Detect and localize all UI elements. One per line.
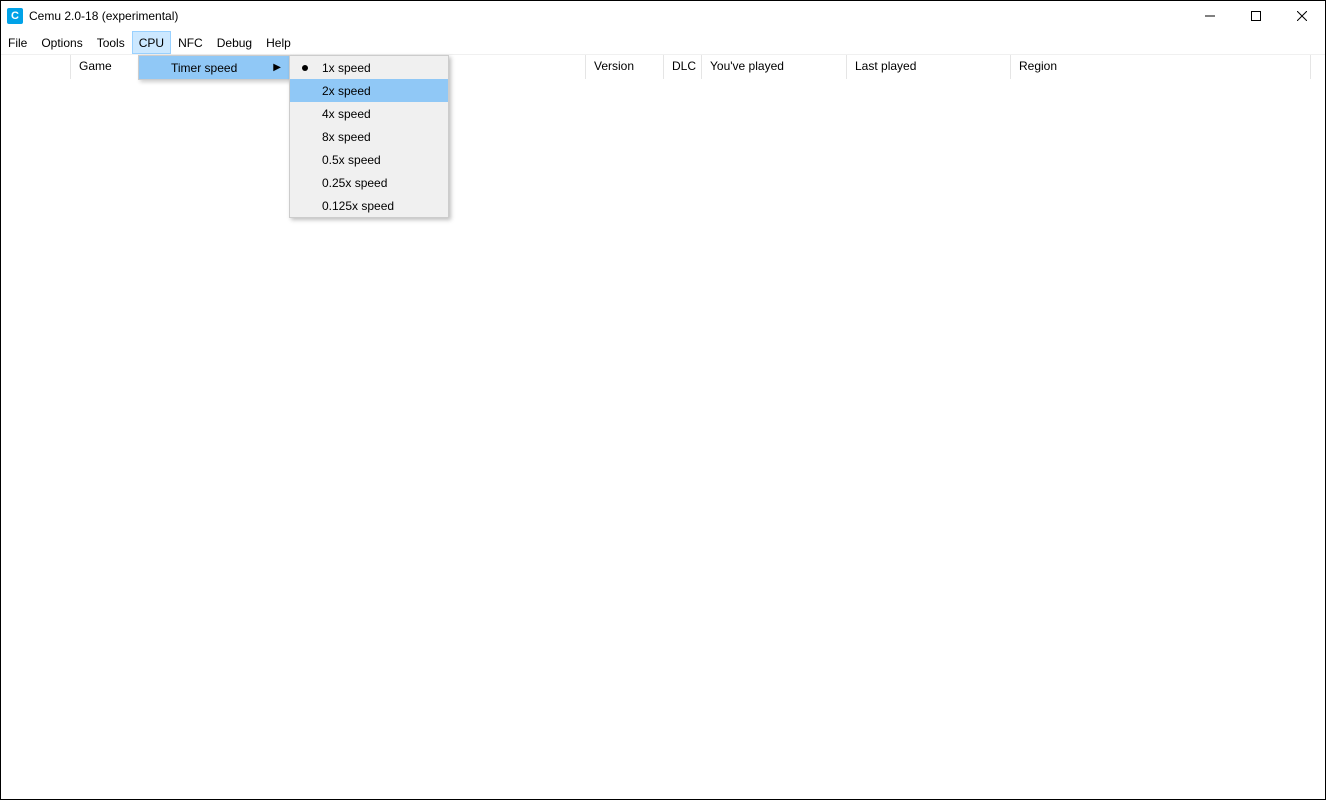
radio-checked-icon [302, 65, 308, 71]
speed-option[interactable]: 0.25x speed [290, 171, 448, 194]
speed-option-label: 8x speed [322, 130, 371, 144]
column-header[interactable]: DLC [664, 55, 702, 79]
speed-option-label: 4x speed [322, 107, 371, 121]
column-header[interactable]: You've played [702, 55, 847, 79]
window-controls [1187, 1, 1325, 31]
content-area: GameVersionDLCYou've playedLast playedRe… [1, 55, 1325, 799]
menu-help[interactable]: Help [259, 31, 298, 54]
title-bar: C Cemu 2.0-18 (experimental) [1, 1, 1325, 31]
speed-option-label: 1x speed [322, 61, 371, 75]
menu-file[interactable]: File [1, 31, 34, 54]
maximize-button[interactable] [1233, 1, 1279, 31]
menu-cpu[interactable]: CPU [132, 31, 171, 54]
app-icon: C [7, 8, 23, 24]
menu-debug[interactable]: Debug [210, 31, 259, 54]
menu-tools[interactable]: Tools [90, 31, 132, 54]
speed-option[interactable]: 2x speed [290, 79, 448, 102]
speed-option-label: 0.125x speed [322, 199, 394, 213]
speed-option[interactable]: 0.125x speed [290, 194, 448, 217]
column-header[interactable]: Version [586, 55, 664, 79]
speed-option-label: 0.25x speed [322, 176, 387, 190]
menu-bar: FileOptionsToolsCPUNFCDebugHelp [1, 31, 1325, 55]
speed-option-label: 0.5x speed [322, 153, 381, 167]
column-header[interactable]: Last played [847, 55, 1011, 79]
menu-item-timer-speed[interactable]: Timer speed ▶ [139, 56, 289, 79]
column-header[interactable]: Region [1011, 55, 1311, 79]
minimize-button[interactable] [1187, 1, 1233, 31]
speed-option[interactable]: 4x speed [290, 102, 448, 125]
cpu-menu-dropdown: Timer speed ▶ [138, 55, 290, 80]
menu-nfc[interactable]: NFC [171, 31, 210, 54]
menu-item-label: Timer speed [171, 61, 237, 75]
close-button[interactable] [1279, 1, 1325, 31]
speed-option[interactable]: 0.5x speed [290, 148, 448, 171]
speed-option[interactable]: 8x speed [290, 125, 448, 148]
menu-options[interactable]: Options [34, 31, 89, 54]
window-title: Cemu 2.0-18 (experimental) [29, 9, 178, 23]
timer-speed-submenu: 1x speed 2x speed 4x speed 8x speed 0.5x spe… [289, 55, 449, 218]
column-header[interactable] [1, 55, 71, 79]
speed-option[interactable]: 1x speed [290, 56, 448, 79]
speed-option-label: 2x speed [322, 84, 371, 98]
submenu-arrow-icon: ▶ [273, 62, 281, 73]
